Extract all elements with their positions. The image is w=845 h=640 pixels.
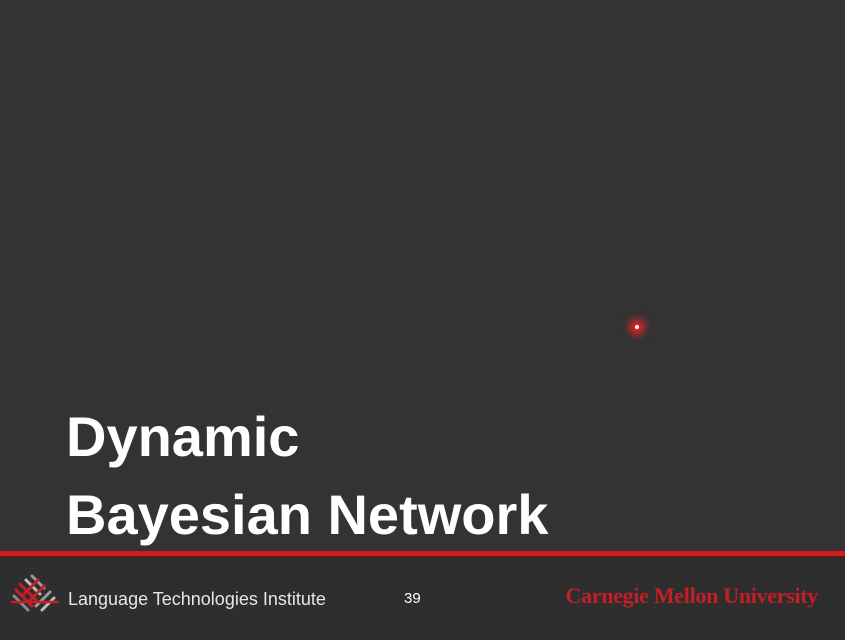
university-wordmark: Carnegie Mellon University (565, 583, 819, 608)
page-number: 39 (404, 590, 421, 607)
slide-title-line-1: Dynamic (66, 405, 300, 468)
slide: Dynamic Bayesian Network Language Techno… (0, 0, 845, 640)
lti-logo-icon (10, 574, 60, 612)
slide-title: Dynamic Bayesian Network (66, 398, 548, 554)
laser-pointer-icon (630, 320, 644, 334)
institute-name: Language Technologies Institute (68, 589, 326, 609)
slide-title-line-2: Bayesian Network (66, 483, 549, 546)
